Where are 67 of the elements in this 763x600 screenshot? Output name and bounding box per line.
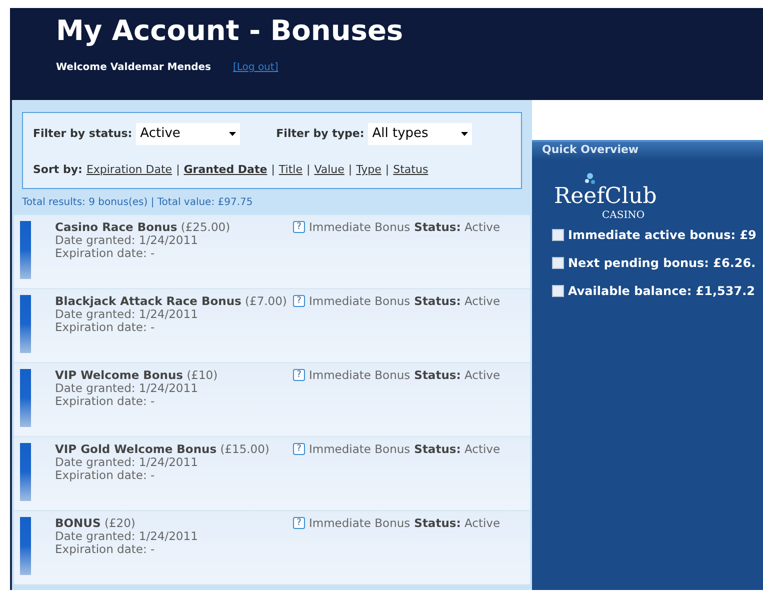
bonus-title: VIP Gold Welcome Bonus (£15.00) <box>55 443 270 456</box>
sort-link[interactable]: Status <box>393 162 428 178</box>
expiration-date: Expiration date: - <box>55 543 156 556</box>
dropdown[interactable]: All types <box>368 123 472 145</box>
gem-icon <box>584 172 596 186</box>
date-granted: Date granted: 1/24/2011 <box>55 456 199 469</box>
help-icon[interactable]: ? <box>293 221 305 233</box>
expiration-date: Expiration date: - <box>55 321 156 334</box>
filter-label: Filter by type: <box>276 126 364 142</box>
totals-text: Total results: 9 bonus(es) | Total value: £97.75 <box>21 196 254 210</box>
expiration-date: Expiration date: - <box>55 247 156 260</box>
bonus-type: Immediate Bonus <box>309 221 410 234</box>
bonus-status: Status: Active <box>414 369 500 382</box>
row-marker <box>20 295 31 353</box>
bonus-title: Casino Race Bonus (£25.00) <box>55 221 232 234</box>
caret-icon <box>461 132 468 136</box>
sort-link[interactable]: Expiration Date <box>86 162 172 178</box>
bonus-status: Status: Active <box>414 517 500 530</box>
filter-label: Filter by status: <box>33 126 132 142</box>
row-marker <box>20 369 31 427</box>
expiration-date: Expiration date: - <box>55 395 156 408</box>
info-icon <box>552 257 564 269</box>
bonus-title: VIP Welcome Bonus (£10) <box>55 369 219 382</box>
bonus-type: Immediate Bonus <box>309 369 410 382</box>
bonus-status: Status: Active <box>414 221 500 234</box>
help-icon[interactable]: ? <box>293 295 305 307</box>
bonus-title: BONUS (£20) <box>55 517 136 530</box>
overview-item: Next pending bonus: £6.26. <box>568 255 756 272</box>
separator: | <box>306 162 310 178</box>
welcome-text: Welcome Valdemar Mendes <box>56 61 211 75</box>
date-granted: Date granted: 1/24/2011 <box>55 530 199 543</box>
date-granted: Date granted: 1/24/2011 <box>55 382 199 395</box>
overview-item: Available balance: £1,537.2 <box>568 283 756 300</box>
help-icon[interactable]: ? <box>293 443 305 455</box>
row-marker <box>20 443 31 501</box>
bonus-type: Immediate Bonus <box>309 443 410 456</box>
help-icon[interactable]: ? <box>293 517 305 529</box>
bonus-title: Blackjack Attack Race Bonus (£7.00) <box>55 295 288 308</box>
sort-link[interactable]: Type <box>356 162 382 178</box>
separator: | <box>385 162 390 178</box>
help-icon[interactable]: ? <box>293 369 305 381</box>
bonus-type: Immediate Bonus <box>309 517 410 530</box>
logo-sub: CASINO <box>602 210 645 222</box>
info-icon <box>552 229 564 241</box>
dropdown[interactable]: Active <box>136 123 240 145</box>
separator: | <box>348 162 352 178</box>
sort-link[interactable]: Granted Date <box>184 162 268 178</box>
expiration-date: Expiration date: - <box>55 469 156 482</box>
bonus-type: Immediate Bonus <box>309 295 410 308</box>
info-icon <box>552 285 564 297</box>
sort-label: Sort by: <box>33 162 82 178</box>
overview-title: Quick Overview <box>532 142 763 160</box>
date-granted: Date granted: 1/24/2011 <box>55 308 199 321</box>
separator: | <box>271 162 275 178</box>
sort-link[interactable]: Value <box>314 162 344 178</box>
row-marker <box>20 221 31 279</box>
logo-name: ReefClub <box>554 184 657 210</box>
bonus-status: Status: Active <box>414 443 500 456</box>
date-granted: Date granted: 1/24/2011 <box>55 234 199 247</box>
sort-link[interactable]: Title <box>278 162 302 178</box>
row-marker <box>20 517 31 575</box>
page-title: My Account - Bonuses <box>56 14 404 48</box>
bonus-status: Status: Active <box>414 295 500 308</box>
overview-item: Immediate active bonus: £9 <box>568 227 756 244</box>
caret-icon <box>229 132 236 136</box>
separator: | <box>176 162 180 178</box>
logout-link[interactable]: [Log out] <box>233 60 278 75</box>
